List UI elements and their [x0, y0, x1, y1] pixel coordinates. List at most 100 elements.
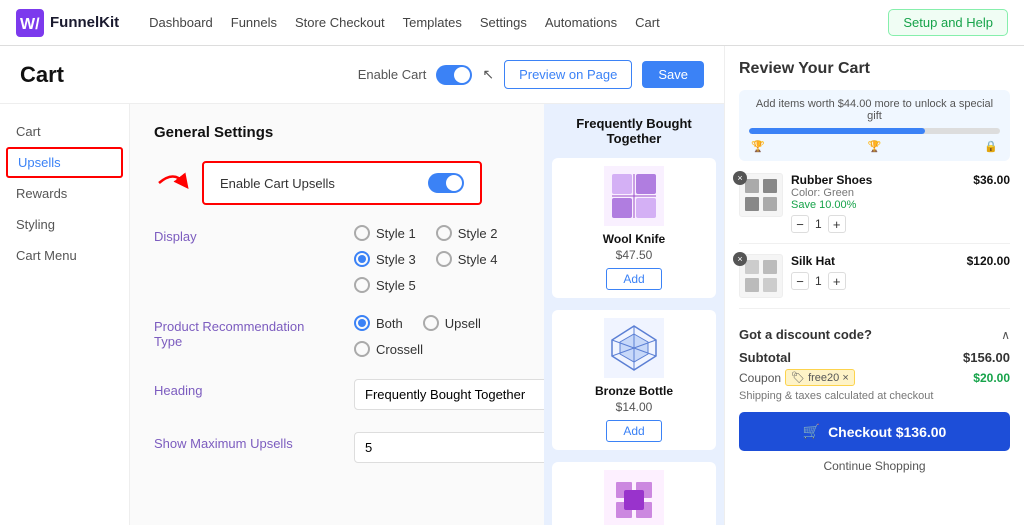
style1-label: Style 1 — [376, 226, 416, 241]
rubber-shoes-qty-decrease[interactable]: − — [791, 215, 809, 233]
display-style3[interactable]: Style 3 — [354, 251, 416, 267]
logo: W/ FunnelKit — [16, 9, 119, 37]
style3-label: Style 3 — [376, 252, 416, 267]
wool-knife-add-button[interactable]: Add — [606, 268, 661, 290]
upsell-radio[interactable] — [423, 315, 439, 331]
rubber-shoes-qty-increase[interactable]: + — [828, 215, 846, 233]
setup-help-button[interactable]: Setup and Help — [888, 9, 1008, 36]
nav-automations[interactable]: Automations — [545, 15, 617, 30]
checkout-button[interactable]: 🛒 Checkout $136.00 — [739, 412, 1010, 451]
preview-panel: Frequently Bought Together Wool Knife $4… — [544, 104, 724, 525]
recommendation-radio-group: Both Upsell Crossell — [354, 315, 520, 357]
rec-both[interactable]: Both — [354, 315, 403, 331]
sidebar-item-styling[interactable]: Styling — [0, 209, 129, 240]
sidebar-item-rewards[interactable]: Rewards — [0, 178, 129, 209]
progress-text: Add items worth $44.00 more to unlock a … — [749, 98, 1000, 122]
discount-section[interactable]: Got a discount code? ∧ — [739, 319, 1010, 350]
style1-radio[interactable] — [354, 225, 370, 241]
checkout-label: Checkout $136.00 — [828, 424, 946, 440]
bronze-bottle-price: $14.00 — [560, 400, 708, 414]
rubber-shoes-close-button[interactable]: × — [733, 171, 747, 185]
logo-text: FunnelKit — [50, 14, 119, 31]
rec-crossell[interactable]: Crossell — [354, 341, 520, 357]
display-style2[interactable]: Style 2 — [436, 225, 498, 241]
enable-upsells-box: Enable Cart Upsells — [202, 161, 482, 205]
display-style4[interactable]: Style 4 — [436, 251, 498, 267]
style3-radio[interactable] — [354, 251, 370, 267]
style5-radio[interactable] — [354, 277, 370, 293]
style2-label: Style 2 — [458, 226, 498, 241]
both-radio[interactable] — [354, 315, 370, 331]
max-upsells-input[interactable] — [354, 432, 544, 463]
enable-upsells-toggle[interactable] — [428, 173, 464, 193]
style4-radio[interactable] — [436, 251, 452, 267]
logo-icon: W/ — [16, 9, 44, 37]
cart-item-rubber-shoes: × Rubber Shoes Color: Green Save 10.00% … — [739, 173, 1010, 244]
nav-cart[interactable]: Cart — [635, 15, 660, 30]
bronze-bottle-name: Bronze Bottle — [560, 384, 708, 398]
left-panel: Cart Enable Cart ↖ Preview on Page Save … — [0, 46, 724, 525]
silk-hat-qty-increase[interactable]: + — [828, 272, 846, 290]
max-upsells-control — [354, 432, 544, 463]
silk-hat-close-button[interactable]: × — [733, 252, 747, 266]
bronze-bottle-add-button[interactable]: Add — [606, 420, 661, 442]
nav-store-checkout[interactable]: Store Checkout — [295, 15, 385, 30]
page-header: Cart Enable Cart ↖ Preview on Page Save — [0, 46, 724, 104]
rec-upsell[interactable]: Upsell — [423, 315, 481, 331]
style2-radio[interactable] — [436, 225, 452, 241]
subtotal-label: Subtotal — [739, 350, 791, 365]
display-radio-group: Style 1 Style 2 Style 3 — [354, 225, 520, 293]
rubber-shoes-save: Save 10.00% — [791, 199, 965, 211]
nav-dashboard[interactable]: Dashboard — [149, 15, 213, 30]
page-title: Cart — [20, 62, 64, 88]
cart-item-silk-hat: × Silk Hat − 1 + $120.00 — [739, 254, 1010, 309]
style5-label: Style 5 — [376, 278, 416, 293]
cart-panel: Review Your Cart Add items worth $44.00 … — [724, 46, 1024, 525]
save-button[interactable]: Save — [642, 61, 704, 88]
progress-section: Add items worth $44.00 more to unlock a … — [739, 90, 1010, 161]
coupon-text: Coupon — [739, 371, 781, 385]
iron-pants-image — [604, 470, 664, 525]
bronze-bottle-image — [604, 318, 664, 378]
enable-cart-toggle[interactable] — [436, 65, 472, 85]
enable-cart-label: Enable Cart — [358, 67, 427, 82]
sidebar-item-cart[interactable]: Cart — [0, 116, 129, 147]
main-wrapper: Cart Enable Cart ↖ Preview on Page Save … — [0, 46, 1024, 525]
product-card-bronze-bottle: Bronze Bottle $14.00 Add — [552, 310, 716, 450]
discount-label: Got a discount code? — [739, 327, 872, 342]
nav-templates[interactable]: Templates — [403, 15, 462, 30]
display-style1[interactable]: Style 1 — [354, 225, 416, 241]
rubber-shoes-sub: Color: Green — [791, 187, 965, 199]
sidebar-item-cart-menu[interactable]: Cart Menu — [0, 240, 129, 271]
silk-hat-qty-decrease[interactable]: − — [791, 272, 809, 290]
coupon-badge: 🏷 free20 × — [785, 369, 855, 386]
wool-knife-price: $47.50 — [560, 248, 708, 262]
gift-icon-2: 🏆 — [868, 140, 882, 153]
coupon-remove-button[interactable]: × — [842, 372, 848, 384]
rubber-shoes-qty-control: − 1 + — [791, 215, 965, 233]
shipping-note: Shipping & taxes calculated at checkout — [739, 390, 1010, 402]
heading-setting-row: Heading — [154, 379, 520, 410]
style4-label: Style 4 — [458, 252, 498, 267]
wool-knife-image — [604, 166, 664, 226]
preview-on-page-button[interactable]: Preview on Page — [504, 60, 632, 89]
coupon-code: free20 — [808, 372, 839, 384]
sidebar-item-upsells[interactable]: Upsells — [6, 147, 123, 178]
sidebar: Cart Upsells Rewards Styling Cart Menu — [0, 104, 130, 525]
rubber-shoes-name: Rubber Shoes — [791, 173, 965, 187]
preview-heading: Frequently Bought Together — [552, 116, 716, 146]
silk-hat-qty-control: − 1 + — [791, 272, 959, 290]
display-style5[interactable]: Style 5 — [354, 277, 520, 293]
heading-input[interactable] — [354, 379, 544, 410]
silk-hat-price: $120.00 — [967, 254, 1010, 268]
display-label: Display — [154, 225, 314, 244]
nav-funnels[interactable]: Funnels — [231, 15, 277, 30]
max-upsells-setting-row: Show Maximum Upsells — [154, 432, 520, 463]
crossell-radio[interactable] — [354, 341, 370, 357]
recommendation-setting-row: Product Recommendation Type Both Upsell — [154, 315, 520, 357]
coupon-label: Coupon 🏷 free20 × — [739, 369, 855, 386]
settings-area: General Settings Enable Cart Upsells — [130, 104, 544, 525]
nav-settings[interactable]: Settings — [480, 15, 527, 30]
continue-shopping-link[interactable]: Continue Shopping — [739, 459, 1010, 473]
rubber-shoes-price: $36.00 — [973, 173, 1010, 187]
